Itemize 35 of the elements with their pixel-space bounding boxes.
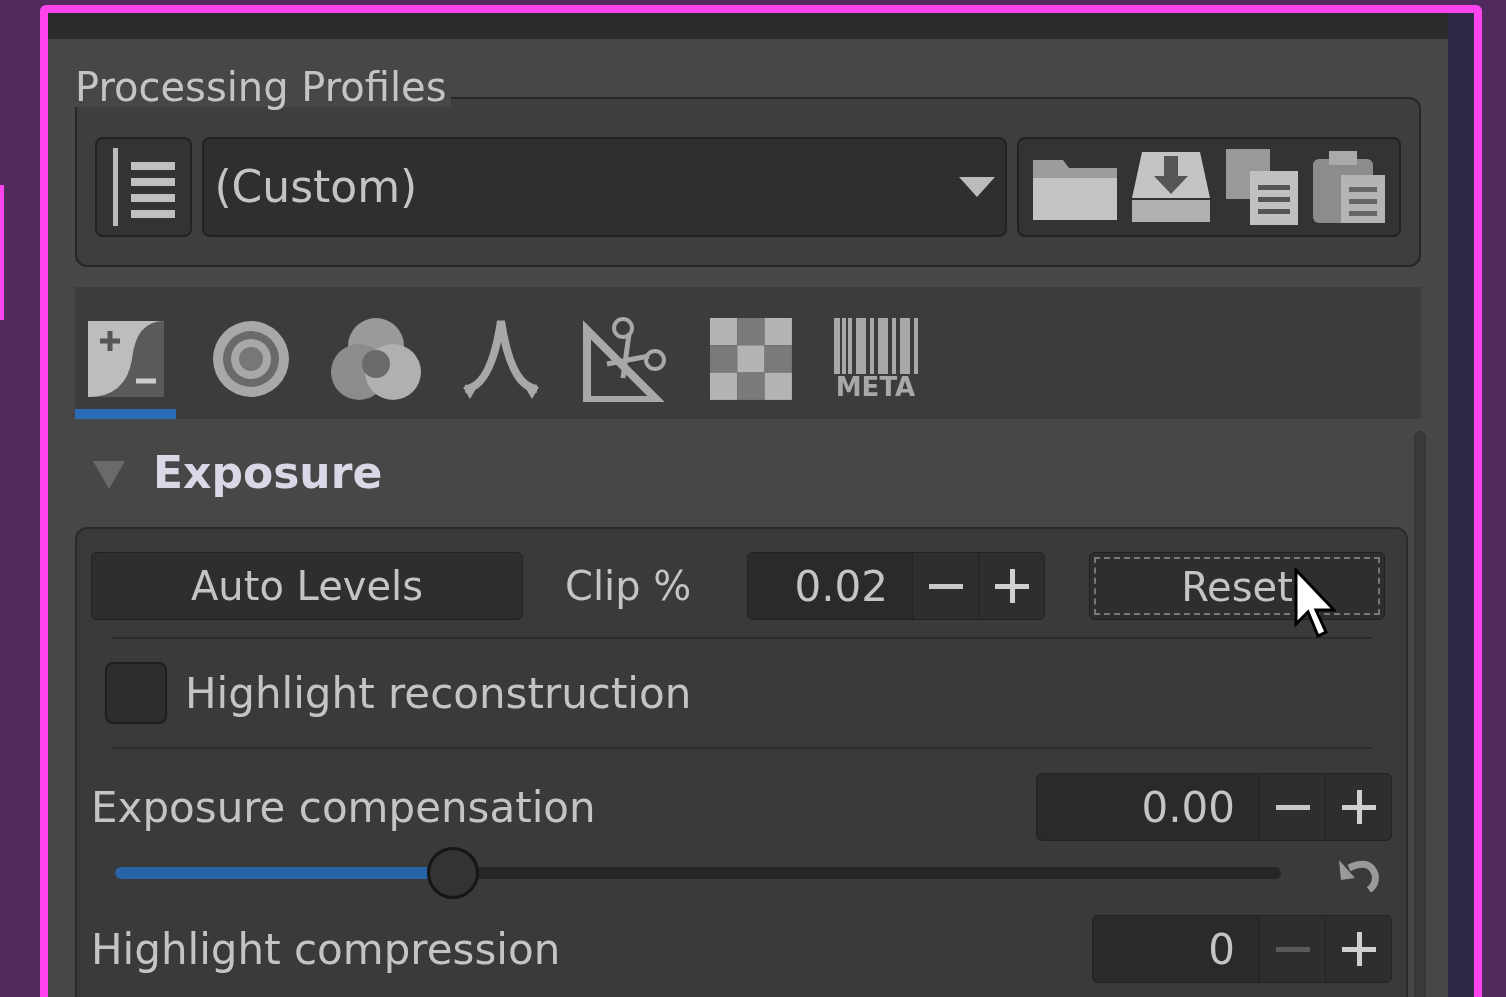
list-icon [110, 148, 177, 226]
plus-icon[interactable] [1325, 916, 1391, 982]
number-value: 0.00 [1140, 781, 1236, 834]
copy-icon[interactable] [1225, 149, 1298, 225]
number-spinner[interactable]: 0.00 [1036, 773, 1392, 841]
peak-icon [460, 317, 541, 401]
number-spinner[interactable]: 0 [1092, 915, 1392, 983]
minus-icon[interactable] [912, 553, 978, 619]
profile-list-button[interactable] [95, 137, 193, 237]
exposure-icon [85, 319, 166, 399]
ruler-scissors-icon [582, 316, 669, 402]
slider-label: Exposure compensation [91, 781, 596, 834]
mouse-cursor-icon [1294, 568, 1336, 640]
plus-icon[interactable] [1325, 774, 1391, 840]
minus-icon[interactable] [1259, 774, 1325, 840]
color-circles-icon [330, 316, 421, 402]
save-icon[interactable] [1132, 152, 1211, 222]
reset-button[interactable]: Reset [1089, 552, 1385, 620]
section-title: Exposure [153, 446, 383, 500]
auto-levels-button[interactable]: Auto Levels [91, 552, 523, 620]
checker-icon [709, 318, 792, 400]
number-value: 0 [1207, 923, 1236, 976]
slider-thumb[interactable] [427, 847, 480, 899]
slider-label: Highlight compression [91, 923, 561, 976]
clip-label: Clip % [565, 562, 693, 611]
number-spinner[interactable]: 0.02 [747, 552, 1045, 620]
profile-dropdown[interactable]: (Custom) [202, 137, 1008, 237]
number-value: 0.02 [793, 560, 889, 613]
slider-track[interactable] [115, 847, 1281, 899]
tool-tab[interactable]: META [825, 309, 926, 419]
paste-icon[interactable] [1313, 151, 1386, 223]
checkbox[interactable] [105, 662, 167, 724]
checkbox-label: Highlight reconstruction [185, 667, 692, 720]
plus-icon[interactable] [978, 553, 1044, 619]
dropdown-caret-icon [959, 177, 996, 197]
